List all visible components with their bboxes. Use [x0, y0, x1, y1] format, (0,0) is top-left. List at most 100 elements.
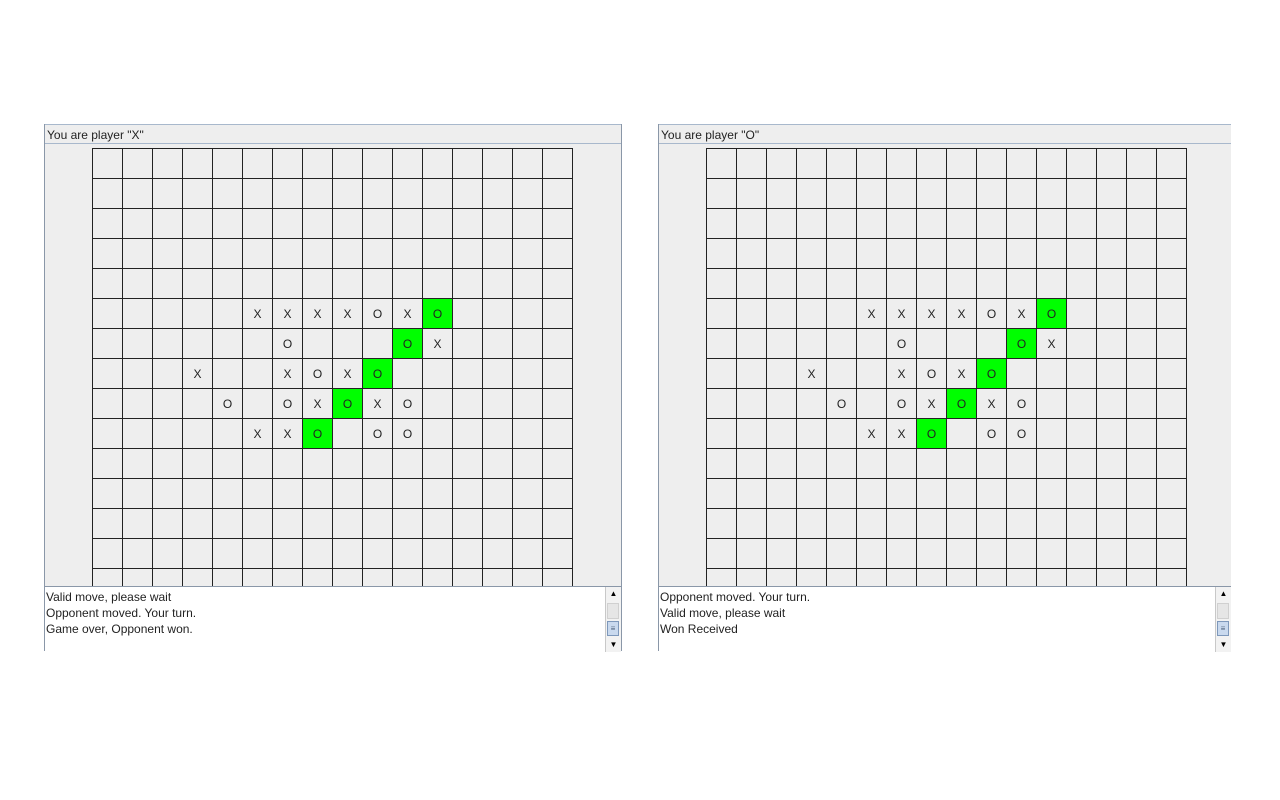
board-cell[interactable] [513, 209, 543, 239]
board-cell[interactable] [707, 149, 737, 179]
board-cell[interactable] [797, 539, 827, 569]
board-cell[interactable] [123, 269, 153, 299]
board-cell[interactable] [1067, 539, 1097, 569]
board-cell[interactable] [737, 419, 767, 449]
board-cell[interactable] [767, 149, 797, 179]
board-cell[interactable]: O [827, 389, 857, 419]
board-cell[interactable] [947, 239, 977, 269]
board-cell[interactable] [153, 389, 183, 419]
board-cell[interactable] [767, 359, 797, 389]
board-cell[interactable]: X [947, 359, 977, 389]
board-cell[interactable] [543, 179, 573, 209]
board-cell[interactable] [513, 449, 543, 479]
board-cell[interactable] [183, 389, 213, 419]
board-cell[interactable] [1127, 149, 1157, 179]
board-cell[interactable] [827, 539, 857, 569]
board-cell[interactable] [153, 239, 183, 269]
board-cell[interactable] [1007, 209, 1037, 239]
board-cell[interactable] [857, 539, 887, 569]
board-cell[interactable] [423, 359, 453, 389]
board-cell[interactable] [707, 179, 737, 209]
board-cell[interactable] [947, 479, 977, 509]
board-cell[interactable] [767, 479, 797, 509]
board-cell[interactable] [1067, 329, 1097, 359]
board-cell[interactable] [513, 389, 543, 419]
board-cell[interactable] [1067, 359, 1097, 389]
board-cell[interactable]: O [1037, 299, 1067, 329]
board-cell[interactable] [977, 209, 1007, 239]
board-cell[interactable] [797, 299, 827, 329]
board-cell[interactable] [767, 569, 797, 586]
board-cell[interactable] [363, 239, 393, 269]
board-cell[interactable] [737, 179, 767, 209]
board-cell[interactable] [707, 239, 737, 269]
board-cell[interactable] [857, 479, 887, 509]
board-cell[interactable] [393, 209, 423, 239]
board-cell[interactable] [93, 509, 123, 539]
board-cell[interactable] [827, 209, 857, 239]
board-cell[interactable] [947, 329, 977, 359]
board-cell[interactable] [153, 269, 183, 299]
board-cell[interactable] [1127, 329, 1157, 359]
board-cell[interactable] [1007, 569, 1037, 586]
board-cell[interactable] [737, 539, 767, 569]
board-cell[interactable] [123, 479, 153, 509]
board-cell[interactable] [947, 269, 977, 299]
board-cell[interactable] [93, 239, 123, 269]
board-cell[interactable] [737, 329, 767, 359]
board-cell[interactable] [333, 479, 363, 509]
board-cell[interactable] [153, 449, 183, 479]
board-cell[interactable] [1097, 449, 1127, 479]
board-cell[interactable] [483, 509, 513, 539]
board-cell[interactable] [1157, 389, 1187, 419]
board-cell[interactable] [977, 569, 1007, 586]
board-cell[interactable] [917, 539, 947, 569]
board-cell[interactable]: O [303, 359, 333, 389]
board-cell[interactable] [93, 329, 123, 359]
board-cell[interactable] [513, 299, 543, 329]
board-cell[interactable] [513, 239, 543, 269]
board-cell[interactable] [797, 569, 827, 586]
board-cell[interactable] [453, 509, 483, 539]
board-cell[interactable] [737, 269, 767, 299]
board-cell[interactable] [333, 539, 363, 569]
board-cell[interactable] [977, 179, 1007, 209]
board-cell[interactable] [1097, 569, 1127, 586]
board-cell[interactable] [183, 239, 213, 269]
board-cell[interactable] [153, 419, 183, 449]
board-cell[interactable] [483, 329, 513, 359]
board-cell[interactable] [183, 479, 213, 509]
board-cell[interactable] [1097, 419, 1127, 449]
board-cell[interactable]: O [273, 329, 303, 359]
board-cell[interactable] [707, 419, 737, 449]
board-cell[interactable] [917, 149, 947, 179]
board-cell[interactable] [243, 149, 273, 179]
board-cell[interactable] [827, 359, 857, 389]
board-cell[interactable] [513, 269, 543, 299]
board-cell[interactable] [213, 479, 243, 509]
board-cell[interactable]: X [887, 299, 917, 329]
board-cell[interactable] [1127, 389, 1157, 419]
board-cell[interactable] [93, 569, 123, 586]
board-cell[interactable] [243, 359, 273, 389]
board-cell[interactable] [213, 239, 243, 269]
board-cell[interactable] [1007, 269, 1037, 299]
board-cell[interactable] [123, 209, 153, 239]
board-cell[interactable] [797, 389, 827, 419]
arrow-up-icon[interactable]: ▲ [1216, 587, 1231, 601]
board-cell[interactable] [827, 269, 857, 299]
board-cell[interactable] [977, 329, 1007, 359]
board-cell[interactable] [887, 209, 917, 239]
board-cell[interactable] [1037, 179, 1067, 209]
board-cell[interactable] [947, 509, 977, 539]
board-cell[interactable] [827, 479, 857, 509]
board-cell[interactable] [1097, 239, 1127, 269]
board-cell[interactable] [1157, 299, 1187, 329]
board-cell[interactable]: O [303, 419, 333, 449]
board-cell[interactable] [453, 419, 483, 449]
board-cell[interactable]: X [857, 419, 887, 449]
board-cell[interactable] [737, 569, 767, 586]
board-cell[interactable] [1007, 479, 1037, 509]
board-cell[interactable] [363, 209, 393, 239]
board-cell[interactable] [93, 299, 123, 329]
